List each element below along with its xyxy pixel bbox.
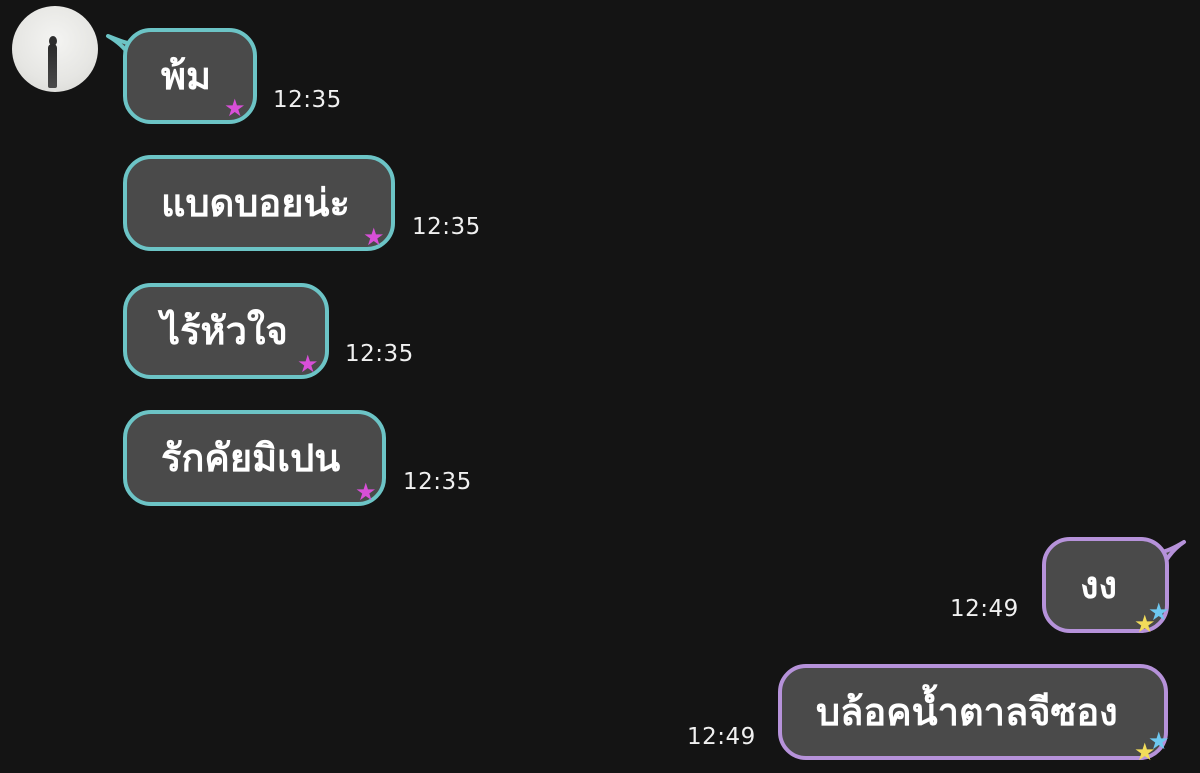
message-bubble-incoming[interactable]: แบดบอยน่ะ bbox=[123, 155, 395, 251]
star-icon: ★ bbox=[1134, 610, 1156, 638]
message-timestamp: 12:49 bbox=[950, 596, 1019, 622]
star-icon: ★ bbox=[355, 478, 377, 506]
message-text: งง bbox=[1080, 563, 1118, 607]
message-bubble-incoming[interactable]: รักคัยมิเปน bbox=[123, 410, 386, 506]
message-timestamp: 12:35 bbox=[345, 341, 414, 367]
message-timestamp: 12:35 bbox=[273, 87, 342, 113]
star-icon: ★ bbox=[363, 223, 385, 251]
message-timestamp: 12:35 bbox=[403, 469, 472, 495]
message-timestamp: 12:49 bbox=[687, 724, 756, 750]
star-icon: ★ bbox=[224, 94, 246, 122]
message-timestamp: 12:35 bbox=[412, 214, 481, 240]
message-text: บล้อคน้ำตาลจีซอง bbox=[816, 690, 1118, 734]
message-text: รักคัยมิเปน bbox=[161, 436, 341, 480]
chat-view: พ้ม ★ 12:35 แบดบอยน่ะ ★ 12:35 ไร้หัวใจ ★… bbox=[0, 0, 1200, 773]
star-icon: ★ bbox=[297, 350, 319, 378]
star-icon: ★ bbox=[1134, 738, 1156, 766]
message-text: ไร้หัวใจ bbox=[161, 309, 288, 353]
contact-avatar[interactable] bbox=[12, 6, 98, 92]
message-text: พ้ม bbox=[161, 54, 212, 98]
message-text: แบดบอยน่ะ bbox=[161, 181, 350, 225]
message-bubble-outgoing[interactable]: บล้อคน้ำตาลจีซอง bbox=[778, 664, 1168, 760]
person-silhouette-avatar-icon bbox=[48, 44, 57, 88]
